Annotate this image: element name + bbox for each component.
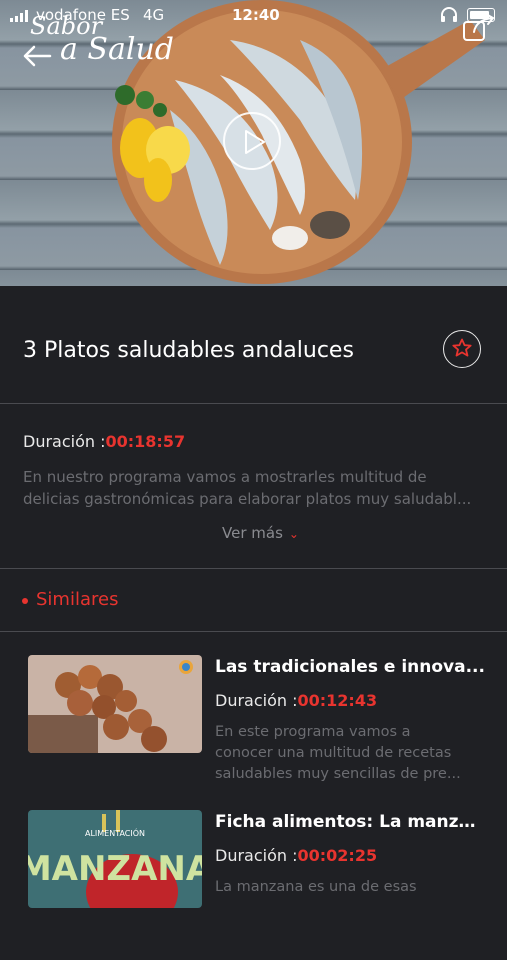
similar-item-title: Las tradicionales e innova...: [215, 657, 485, 677]
duration-value: 00:02:25: [297, 846, 378, 865]
divider: [0, 631, 507, 632]
brand-line-2: a Salud: [60, 32, 174, 67]
duration-value: 00:18:57: [105, 432, 186, 451]
headphones-icon: [441, 7, 457, 22]
similar-item-duration: Duración :00:02:25: [215, 846, 377, 865]
description-line-2: conocer una multitud de recetas: [215, 745, 452, 761]
description-line-1: En este programa vamos a: [215, 724, 411, 740]
play-button[interactable]: [223, 112, 281, 170]
similar-item-description: La manzana es una de esas: [215, 877, 480, 898]
star-icon: [452, 338, 472, 357]
video-title: 3 Platos saludables andaluces: [23, 338, 354, 363]
duration-label: Duración :: [215, 691, 298, 710]
duration-label: Duración :: [215, 846, 298, 865]
similar-item-description: En este programa vamos a conocer una mul…: [215, 722, 480, 785]
description-line-1: La manzana es una de esas: [215, 879, 417, 895]
play-icon: [245, 130, 265, 154]
similar-item-title: Ficha alimentos: La manza...: [215, 812, 485, 832]
clock: 12:40: [232, 6, 280, 24]
video-hero[interactable]: vodafone ES 4G 12:40 Sabor a Salud: [0, 0, 507, 286]
similar-item-duration: Duración :00:12:43: [215, 691, 377, 710]
share-icon[interactable]: [462, 12, 498, 44]
apple-image: ALIMENTACIÓN MANZANA: [28, 810, 202, 908]
similares-label: Similares: [36, 589, 119, 610]
similar-item-thumbnail[interactable]: [28, 655, 202, 753]
similar-item[interactable]: ALIMENTACIÓN MANZANA Ficha alimentos: La…: [0, 810, 507, 960]
thumb-caption: MANZANA: [28, 849, 202, 889]
description-line-3: saludables muy sencillas de pre...: [215, 766, 461, 782]
thumb-caption-small: ALIMENTACIÓN: [85, 827, 145, 838]
chevron-down-icon: ⌄: [288, 527, 299, 541]
video-info-section: Duración :00:18:57 En nuestro programa v…: [0, 404, 507, 568]
duration-row: Duración :00:18:57: [23, 432, 185, 451]
favorite-button[interactable]: [443, 330, 481, 368]
duration-label: Duración :: [23, 432, 106, 451]
back-arrow-icon[interactable]: [22, 44, 52, 68]
walnuts-image: [28, 655, 202, 753]
signal-icon: [10, 10, 28, 22]
ver-mas-button[interactable]: Ver más ⌄: [222, 524, 299, 542]
video-description: En nuestro programa vamos a mostrarles m…: [23, 466, 493, 510]
description-line-1: En nuestro programa vamos a mostrarles m…: [23, 468, 427, 486]
similar-item[interactable]: Las tradicionales e innova... Duración :…: [0, 655, 507, 805]
bullet-dot-icon: [22, 598, 28, 604]
video-title-section: 3 Platos saludables andaluces: [0, 286, 507, 403]
similares-header: Similares: [0, 569, 507, 631]
duration-value: 00:12:43: [297, 691, 378, 710]
ver-mas-label: Ver más: [222, 524, 283, 542]
description-line-2: delicias gastronómicas para elaborar pla…: [23, 490, 472, 508]
similar-item-thumbnail[interactable]: ALIMENTACIÓN MANZANA: [28, 810, 202, 908]
